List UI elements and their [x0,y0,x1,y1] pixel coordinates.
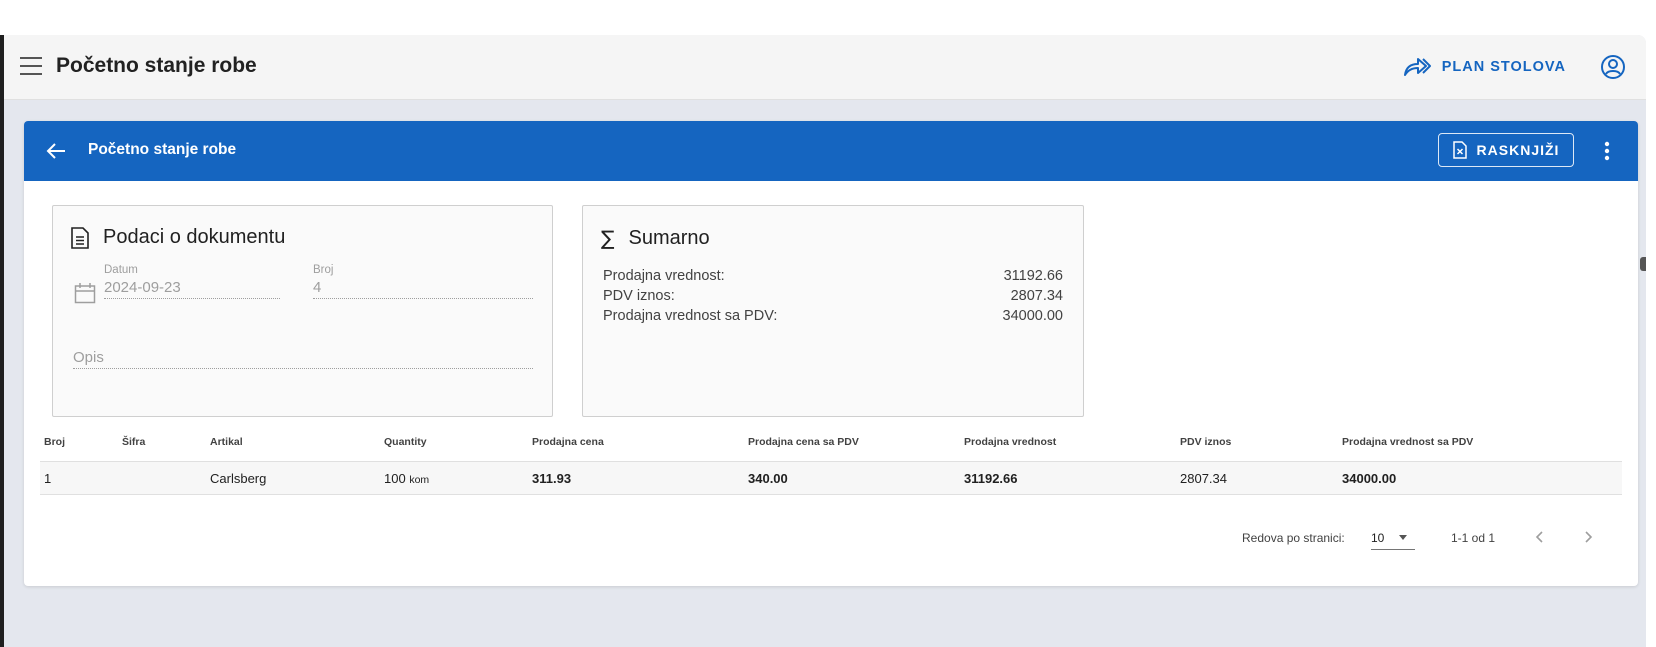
rows-per-page-select[interactable]: 10 [1371,525,1415,550]
quantity-unit: kom [409,473,430,486]
summary-row-value: 34000.00 [1002,308,1063,324]
table-row[interactable]: 1 Carlsberg 100 kom 311.93 340.00 31192.… [40,461,1622,495]
cell-prodajna-vrednost[interactable]: 31192.66 [960,461,1176,495]
column-header-artikal[interactable]: Artikal [206,423,380,462]
summary-row: PDV iznos: 2807.34 [603,288,1063,304]
sigma-icon: ∑ [601,226,615,250]
arrow-left-icon[interactable] [44,139,68,163]
summary-row-value: 31192.66 [1003,268,1063,284]
table-header-row: Broj Šifra Artikal Quantity Prodajna cen… [40,423,1622,462]
account-circle-icon[interactable] [1600,54,1626,80]
column-header-prodajna-cena-sa-pdv[interactable]: Prodajna cena sa PDV [744,423,960,462]
document-icon [71,226,89,249]
document-info-header: Podaci o dokumentu [71,226,285,249]
summary-row-label: Prodajna vrednost sa PDV: [603,308,778,324]
caret-down-icon [1399,535,1407,540]
number-label: Broj [313,264,334,276]
column-header-broj[interactable]: Broj [40,423,118,462]
summary-row: Prodajna vrednost sa PDV: 34000.00 [603,308,1063,324]
plan-stolova-label: PLAN STOLOVA [1441,59,1566,75]
calendar-icon[interactable] [74,282,96,304]
card-header: Početno stanje robe RASKNJIŽI [24,121,1638,181]
summary-row-value: 2807.34 [1010,288,1063,304]
column-header-sifra[interactable]: Šifra [118,423,206,462]
summary-row: Prodajna vrednost: 31192.66 [603,268,1063,284]
more-vertical-icon[interactable] [1604,141,1610,161]
rasknjizi-label: RASKNJIŽI [1476,142,1560,158]
page-range: 1-1 od 1 [1451,531,1496,545]
side-handle[interactable] [1640,257,1646,271]
cell-prodajna-cena[interactable]: 311.93 [528,461,744,495]
share-forward-icon [1403,58,1431,76]
file-x-icon [1452,141,1467,159]
description-field[interactable]: Opis [73,346,533,369]
cell-artikal: Carlsberg [206,461,380,495]
items-table: Broj Šifra Artikal Quantity Prodajna cen… [40,423,1622,495]
number-value: 4 [313,279,533,299]
document-info-title: Podaci o dokumentu [103,226,286,248]
description-placeholder: Opis [73,349,533,369]
number-field[interactable]: Broj 4 [313,264,533,299]
column-header-pdv-iznos[interactable]: PDV iznos [1176,423,1338,462]
app-window: Početno stanje robe PLAN STOLOVA Početno… [0,35,1646,647]
chevron-left-icon[interactable] [1532,529,1548,545]
menu-icon[interactable] [20,57,42,77]
pagination: Redova po stranici: 10 1-1 od 1 [1038,523,1638,553]
cell-prodajna-cena-sa-pdv[interactable]: 340.00 [744,461,960,495]
quantity-value: 100 [384,470,406,486]
cell-pdv-iznos: 2807.34 [1176,461,1338,495]
date-field[interactable]: Datum 2024-09-23 [104,264,280,299]
summary-panel: ∑ Sumarno Prodajna vrednost: 31192.66 PD… [582,205,1084,417]
plan-stolova-button[interactable]: PLAN STOLOVA [1402,55,1566,79]
rows-per-page-label: Redova po stranici: [1242,531,1345,545]
column-header-prodajna-vrednost[interactable]: Prodajna vrednost [960,423,1176,462]
app-bar: Početno stanje robe PLAN STOLOVA [4,35,1646,100]
document-card: Početno stanje robe RASKNJIŽI Podaci o d… [24,121,1638,586]
card-title: Početno stanje robe [88,141,237,158]
rows-per-page-value: 10 [1371,531,1385,545]
summary-title: Sumarno [628,226,710,249]
cell-broj: 1 [40,461,118,495]
rasknjizi-button[interactable]: RASKNJIŽI [1438,133,1574,167]
page-title: Početno stanje robe [56,54,257,77]
summary-row-label: PDV iznos: [603,288,675,304]
cell-prodajna-vrednost-sa-pdv[interactable]: 34000.00 [1338,461,1622,495]
date-value: 2024-09-23 [104,279,280,299]
chevron-right-icon[interactable] [1580,529,1596,545]
column-header-quantity[interactable]: Quantity [380,423,528,462]
column-header-prodajna-cena[interactable]: Prodajna cena [528,423,744,462]
summary-row-label: Prodajna vrednost: [603,268,725,284]
cell-quantity: 100 kom [380,461,528,495]
date-label: Datum [104,264,138,276]
summary-header: ∑ Sumarno [601,226,710,250]
document-info-panel: Podaci o dokumentu Datum 2024-09-23 Broj… [52,205,553,417]
column-header-prodajna-vrednost-sa-pdv[interactable]: Prodajna vrednost sa PDV [1338,423,1622,462]
cell-sifra [118,461,206,495]
